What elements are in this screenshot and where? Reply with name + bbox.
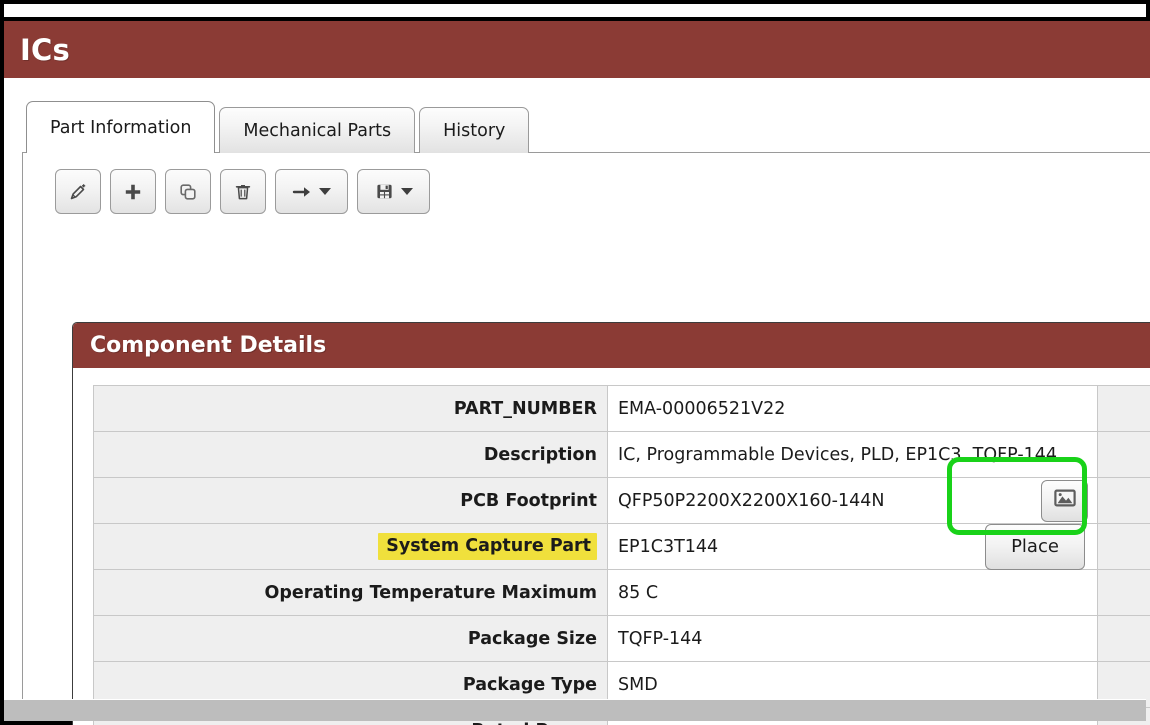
arrow-right-icon	[292, 183, 312, 201]
tab-mechanical-parts[interactable]: Mechanical Parts	[219, 107, 415, 153]
table-row: System Capture Part EP1C3T144 Place	[94, 524, 1150, 570]
row-value[interactable]: 85 C	[608, 570, 1098, 616]
toolbar	[55, 169, 430, 214]
place-button[interactable]: Place	[985, 524, 1085, 570]
delete-button[interactable]	[220, 169, 266, 214]
save-disk-icon	[375, 182, 394, 201]
row-value[interactable]: EP1C3T144 Place	[608, 524, 1098, 570]
delete-trash-icon	[233, 182, 253, 202]
row-value[interactable]: QFP50P2200X2200X160-144N	[608, 478, 1098, 524]
page-title: ICs	[4, 33, 70, 67]
row-value-text: 85 C	[618, 583, 658, 603]
row-label: Package Size	[94, 616, 608, 662]
row-label: PART_NUMBER	[94, 386, 608, 432]
row-extra-cell	[1098, 386, 1150, 432]
table-row: Package Size TQFP-144	[94, 616, 1150, 662]
row-value-text: QFP50P2200X2200X160-144N	[618, 491, 884, 511]
page-header-bar: ICs	[4, 21, 1150, 78]
row-value[interactable]: TQFP-144	[608, 616, 1098, 662]
row-label-highlighted: System Capture Part	[378, 533, 597, 560]
content-area: Part Information Mechanical Parts Histor…	[4, 78, 1150, 699]
transfer-button[interactable]	[275, 169, 348, 214]
place-button-label: Place	[1011, 536, 1059, 557]
row-extra-cell	[1098, 616, 1150, 662]
horizontal-scrollbar[interactable]	[4, 699, 1146, 721]
row-label: Operating Temperature Maximum	[94, 570, 608, 616]
row-label: System Capture Part	[94, 524, 608, 570]
tab-label: Part Information	[50, 118, 191, 138]
row-value-text: SMD	[618, 675, 658, 695]
tab-label: History	[443, 121, 505, 141]
component-details-table: PART_NUMBER EMA-00006521V22 Description …	[93, 385, 1150, 725]
row-value[interactable]: EMA-00006521V22	[608, 386, 1098, 432]
table-row: PART_NUMBER EMA-00006521V22	[94, 386, 1150, 432]
row-value-text: EMA-00006521V22	[618, 399, 785, 419]
row-extra-cell	[1098, 478, 1150, 524]
copy-button[interactable]	[165, 169, 211, 214]
window-top-strip	[4, 4, 1146, 19]
chevron-down-icon	[401, 188, 413, 195]
row-value-text: TQFP-144	[618, 629, 702, 649]
component-details-header: Component Details	[73, 323, 1150, 368]
row-extra-cell	[1098, 432, 1150, 478]
edit-pencil-icon	[68, 182, 88, 202]
row-value[interactable]: IC, Programmable Devices, PLD, EP1C3, TQ…	[608, 432, 1098, 478]
picture-icon	[1054, 489, 1076, 512]
row-label: PCB Footprint	[94, 478, 608, 524]
component-details-title: Component Details	[73, 333, 326, 358]
tab-history[interactable]: History	[419, 107, 529, 153]
save-button[interactable]	[357, 169, 430, 214]
edit-button[interactable]	[55, 169, 101, 214]
row-extra-cell	[1098, 524, 1150, 570]
row-extra-cell	[1098, 570, 1150, 616]
table-row: Description IC, Programmable Devices, PL…	[94, 432, 1150, 478]
tab-strip: Part Information Mechanical Parts Histor…	[26, 106, 533, 153]
tab-panel-part-information: Component Details PART_NUMBER EMA-000065…	[22, 152, 1150, 699]
copy-icon	[178, 182, 198, 202]
table-row: Operating Temperature Maximum 85 C	[94, 570, 1150, 616]
component-details-panel: Component Details PART_NUMBER EMA-000065…	[72, 322, 1150, 725]
tab-label: Mechanical Parts	[243, 121, 391, 141]
tab-part-information[interactable]: Part Information	[26, 101, 215, 153]
add-plus-icon	[123, 182, 143, 202]
row-value-text: EP1C3T144	[618, 537, 718, 557]
table-row: PCB Footprint QFP50P2200X2200X160-144N	[94, 478, 1150, 524]
row-label: Description	[94, 432, 608, 478]
view-footprint-image-button[interactable]	[1041, 480, 1088, 522]
row-value-text: IC, Programmable Devices, PLD, EP1C3, TQ…	[618, 445, 1057, 465]
add-button[interactable]	[110, 169, 156, 214]
application-window: ICs Part Information Mechanical Parts Hi…	[0, 0, 1150, 725]
chevron-down-icon	[319, 188, 331, 195]
